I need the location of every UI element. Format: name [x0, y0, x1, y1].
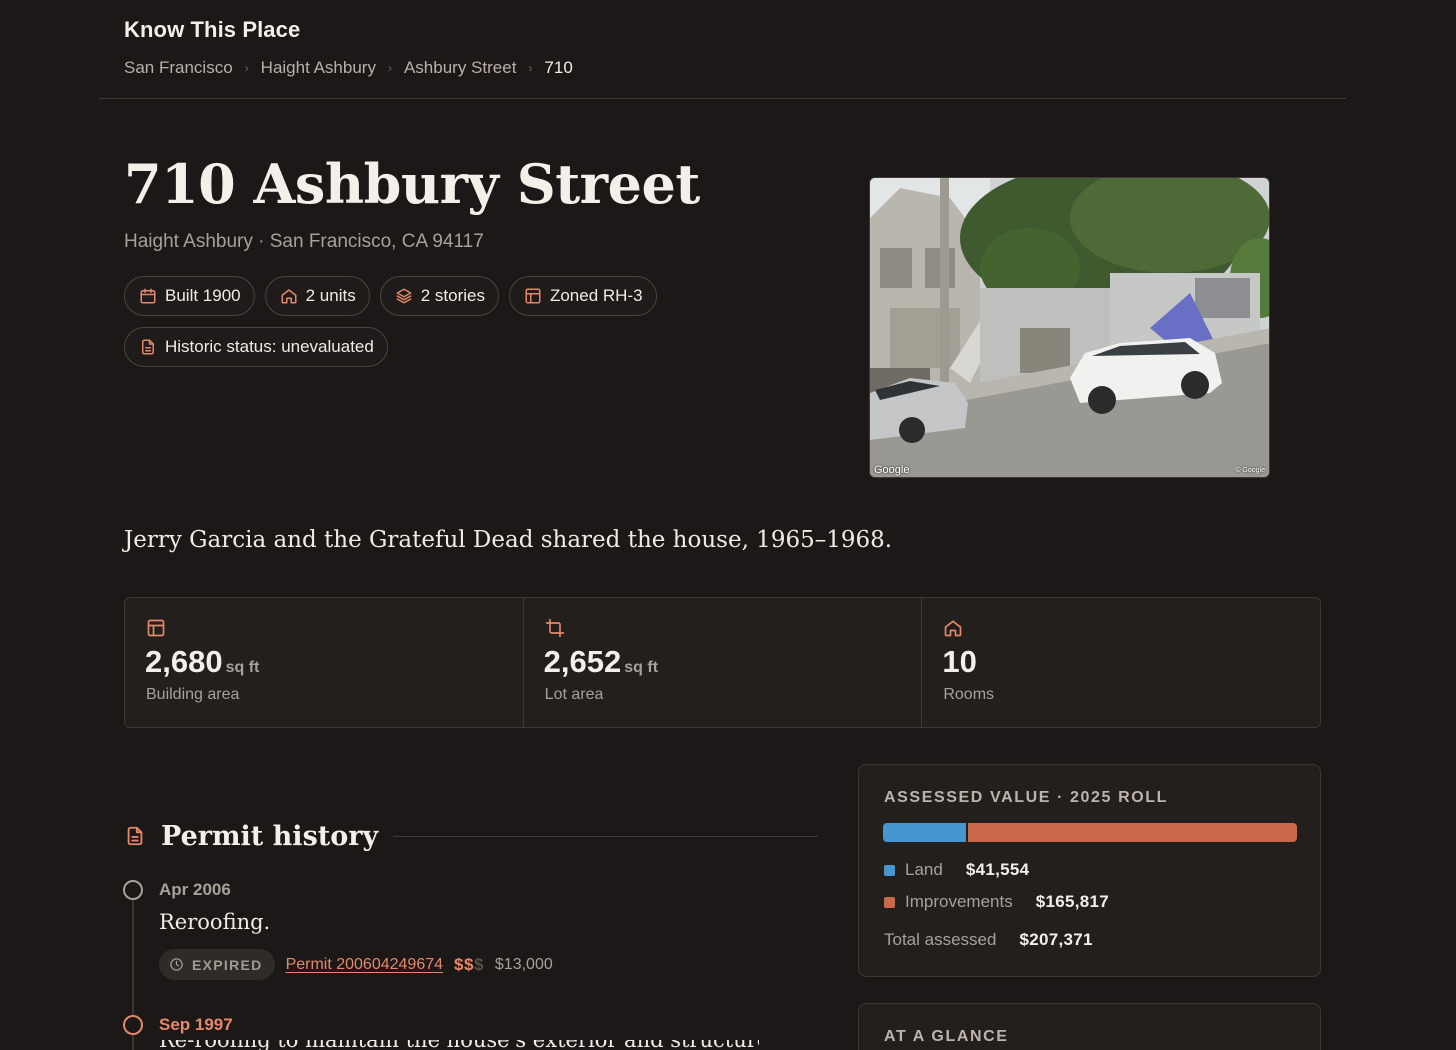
chip-stories: 2 stories — [379, 276, 499, 316]
total-assessed: Total assessed $207,371 — [884, 930, 1093, 950]
stat-unit: sq ft — [225, 659, 260, 676]
stat-number: 2,652 — [543, 644, 622, 679]
breadcrumb: San Francisco › Haight Ashbury › Ashbury… — [124, 58, 573, 78]
permit-history-header: Permit history — [124, 816, 818, 856]
stat-value: 10 — [942, 644, 976, 680]
assessed-value-label: ASSESSED VALUE · 2025 ROLL — [884, 789, 1169, 806]
total-assessed-label: Total assessed — [884, 930, 997, 949]
legend-improvements: Improvements $165,817 — [884, 892, 1109, 912]
permit-meta: EXPIRED Permit 200604249674 $$$ $13,000 — [159, 949, 553, 980]
permit-history-title: Permit history — [161, 820, 379, 852]
timeline-dot — [123, 1015, 143, 1035]
chip-label: 2 units — [305, 286, 356, 305]
stat-number: 10 — [942, 644, 977, 679]
status-badge-label: EXPIRED — [192, 956, 263, 973]
stat-unit: sq ft — [624, 659, 659, 676]
legend-land: Land $41,554 — [884, 860, 1029, 880]
cost-tier: $$$ — [454, 955, 484, 975]
chip-zoning: Zoned RH-3 — [508, 276, 657, 316]
address-subtitle: Haight Ashbury · San Francisco, CA 94117 — [124, 231, 484, 252]
layout-icon — [147, 619, 165, 637]
cost-tier-inactive: $ — [473, 954, 484, 974]
layout-icon — [525, 288, 541, 304]
property-chips: Built 1900 2 units 2 stories Zoned RH-3 … — [124, 276, 684, 367]
stat-lot-area: 2,652 sq ft Lot area — [524, 598, 923, 727]
clock-icon — [170, 958, 183, 971]
legend-label: Improvements — [905, 892, 1013, 911]
assessed-value-card: ASSESSED VALUE · 2025 ROLL Land $41,554 … — [858, 764, 1321, 977]
stat-value: 2,652 sq ft — [544, 644, 658, 680]
breadcrumb-street[interactable]: Ashbury Street — [404, 58, 516, 78]
stat-label: Lot area — [544, 686, 604, 703]
status-badge: EXPIRED — [159, 949, 275, 980]
history-quote: Jerry Garcia and the Grateful Dead share… — [124, 527, 893, 553]
chip-label: Historic status: unevaluated — [165, 337, 374, 356]
site-brand[interactable]: Know This Place — [124, 17, 300, 43]
layers-icon — [396, 288, 412, 304]
legend-value: $165,817 — [1035, 892, 1110, 911]
legend-swatch-land — [884, 864, 895, 876]
stat-label: Rooms — [943, 686, 995, 703]
at-a-glance-card: AT A GLANCE — [858, 1003, 1321, 1050]
chip-historic-status: Historic status: unevaluated — [124, 327, 388, 367]
street-view-photo[interactable]: Google © Google — [869, 177, 1270, 478]
chevron-right-icon: › — [387, 61, 392, 75]
legend-label: Land — [905, 860, 943, 879]
street-view-image — [870, 178, 1269, 477]
stat-building-area: 2,680 sq ft Building area — [125, 598, 524, 727]
document-icon — [127, 826, 143, 846]
legend-swatch-improvements — [884, 896, 895, 908]
chip-units: 2 units — [264, 276, 370, 316]
chip-built: Built 1900 — [124, 276, 255, 316]
permit-description-clip: Re-roofing to maintain the house's exter… — [159, 1040, 759, 1050]
chevron-right-icon: › — [244, 61, 249, 75]
cost-tier-active: $$ — [454, 954, 474, 974]
breadcrumb-current: 710 — [544, 58, 573, 77]
calendar-icon — [140, 288, 156, 304]
assessed-value-bar — [883, 823, 1297, 842]
crop-icon — [545, 618, 564, 638]
breadcrumb-neighborhood[interactable]: Haight Ashbury — [261, 58, 376, 78]
total-assessed-value: $207,371 — [1019, 930, 1093, 949]
permit-description: Re-roofing to maintain the house's exter… — [159, 1040, 759, 1050]
bar-segment-improvements — [968, 823, 1297, 842]
permit-cost: $13,000 — [494, 955, 553, 973]
home-icon — [945, 620, 962, 637]
section-divider — [393, 835, 818, 837]
stat-label: Building area — [146, 686, 240, 703]
chevron-right-icon: › — [528, 61, 533, 75]
breadcrumb-city[interactable]: San Francisco — [124, 58, 233, 78]
page-title: 710 Ashbury Street — [124, 152, 700, 216]
permit-description: Reroofing. — [159, 910, 271, 934]
stat-number: 2,680 — [145, 644, 223, 679]
stat-value: 2,680 sq ft — [145, 644, 259, 680]
chip-label: 2 stories — [420, 286, 485, 305]
permit-link[interactable]: Permit 200604249674 — [286, 956, 443, 974]
chip-label: Zoned RH-3 — [549, 286, 643, 305]
stats-panel: 2,680 sq ft Building area 2,652 sq ft Lot … — [124, 597, 1321, 728]
home-icon — [281, 289, 297, 304]
photo-watermark: Google — [874, 464, 910, 476]
timeline-dot — [123, 880, 143, 900]
site-header: Know This Place San Francisco › Haight A… — [99, 0, 1346, 99]
photo-copyright: © Google — [1235, 467, 1265, 474]
permit-date: Apr 2006 — [159, 880, 231, 899]
bar-segment-land — [883, 823, 966, 842]
legend-value: $41,554 — [965, 860, 1030, 879]
stat-rooms: 10 Rooms — [922, 598, 1320, 727]
chip-label: Built 1900 — [165, 286, 241, 305]
at-a-glance-label: AT A GLANCE — [884, 1028, 1009, 1045]
document-icon — [142, 339, 154, 355]
permit-date: Sep 1997 — [159, 1015, 233, 1034]
